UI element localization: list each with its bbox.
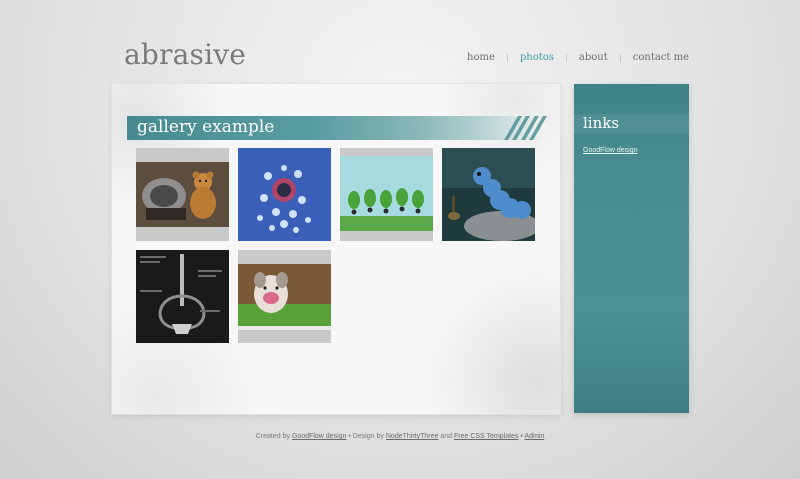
footer-and: and (440, 433, 453, 440)
caterpillar-image (442, 148, 535, 241)
thumbnail-dark-poster[interactable] (136, 250, 229, 343)
nav-home[interactable]: home (455, 51, 507, 65)
ants-blue-image (238, 148, 331, 241)
site-logo[interactable]: abrasive (124, 38, 246, 71)
thumbnail-ants-blue[interactable] (238, 148, 331, 241)
thumbnail-ants-leaves[interactable] (340, 148, 433, 241)
dark-poster-image (136, 250, 229, 343)
footer-link-admin[interactable]: Admin (524, 433, 544, 440)
sidebar-title: links (583, 114, 620, 132)
footer-link-goodflow[interactable]: GoodFlow design (292, 433, 346, 440)
ants-leaves-image (340, 148, 433, 241)
page: abrasive home photos about contact me ga… (0, 0, 800, 479)
footer-created-by: Created by (255, 433, 290, 440)
main-nav: home photos about contact me (455, 51, 701, 65)
footer-link-nodethirtythree[interactable]: NodeThirtyThree (386, 433, 439, 440)
teddy-engine-image (136, 148, 229, 241)
gallery-title-bar: gallery example (127, 116, 547, 140)
footer-bullet: • (520, 433, 523, 440)
thumbnail-teddy-engine[interactable] (136, 148, 229, 241)
content-panel: gallery example (112, 84, 560, 414)
footer-design-by: Design by (352, 433, 384, 440)
footer-bullet: • (348, 433, 351, 440)
nav-contact[interactable]: contact me (621, 51, 701, 65)
footer: Created by GoodFlow design • Design by N… (0, 433, 800, 440)
thumbnail-dog[interactable] (238, 250, 331, 343)
gallery-title: gallery example (137, 117, 275, 137)
thumbnail-caterpillar[interactable] (442, 148, 535, 241)
nav-photos[interactable]: photos (508, 51, 566, 65)
sidebar: links GoodFlow design (574, 84, 689, 413)
dog-image (238, 250, 331, 343)
footer-link-free-css-templates[interactable]: Free CSS Templates (454, 433, 518, 440)
nav-about[interactable]: about (567, 51, 620, 65)
sidebar-link-goodflow[interactable]: GoodFlow design (583, 147, 637, 154)
